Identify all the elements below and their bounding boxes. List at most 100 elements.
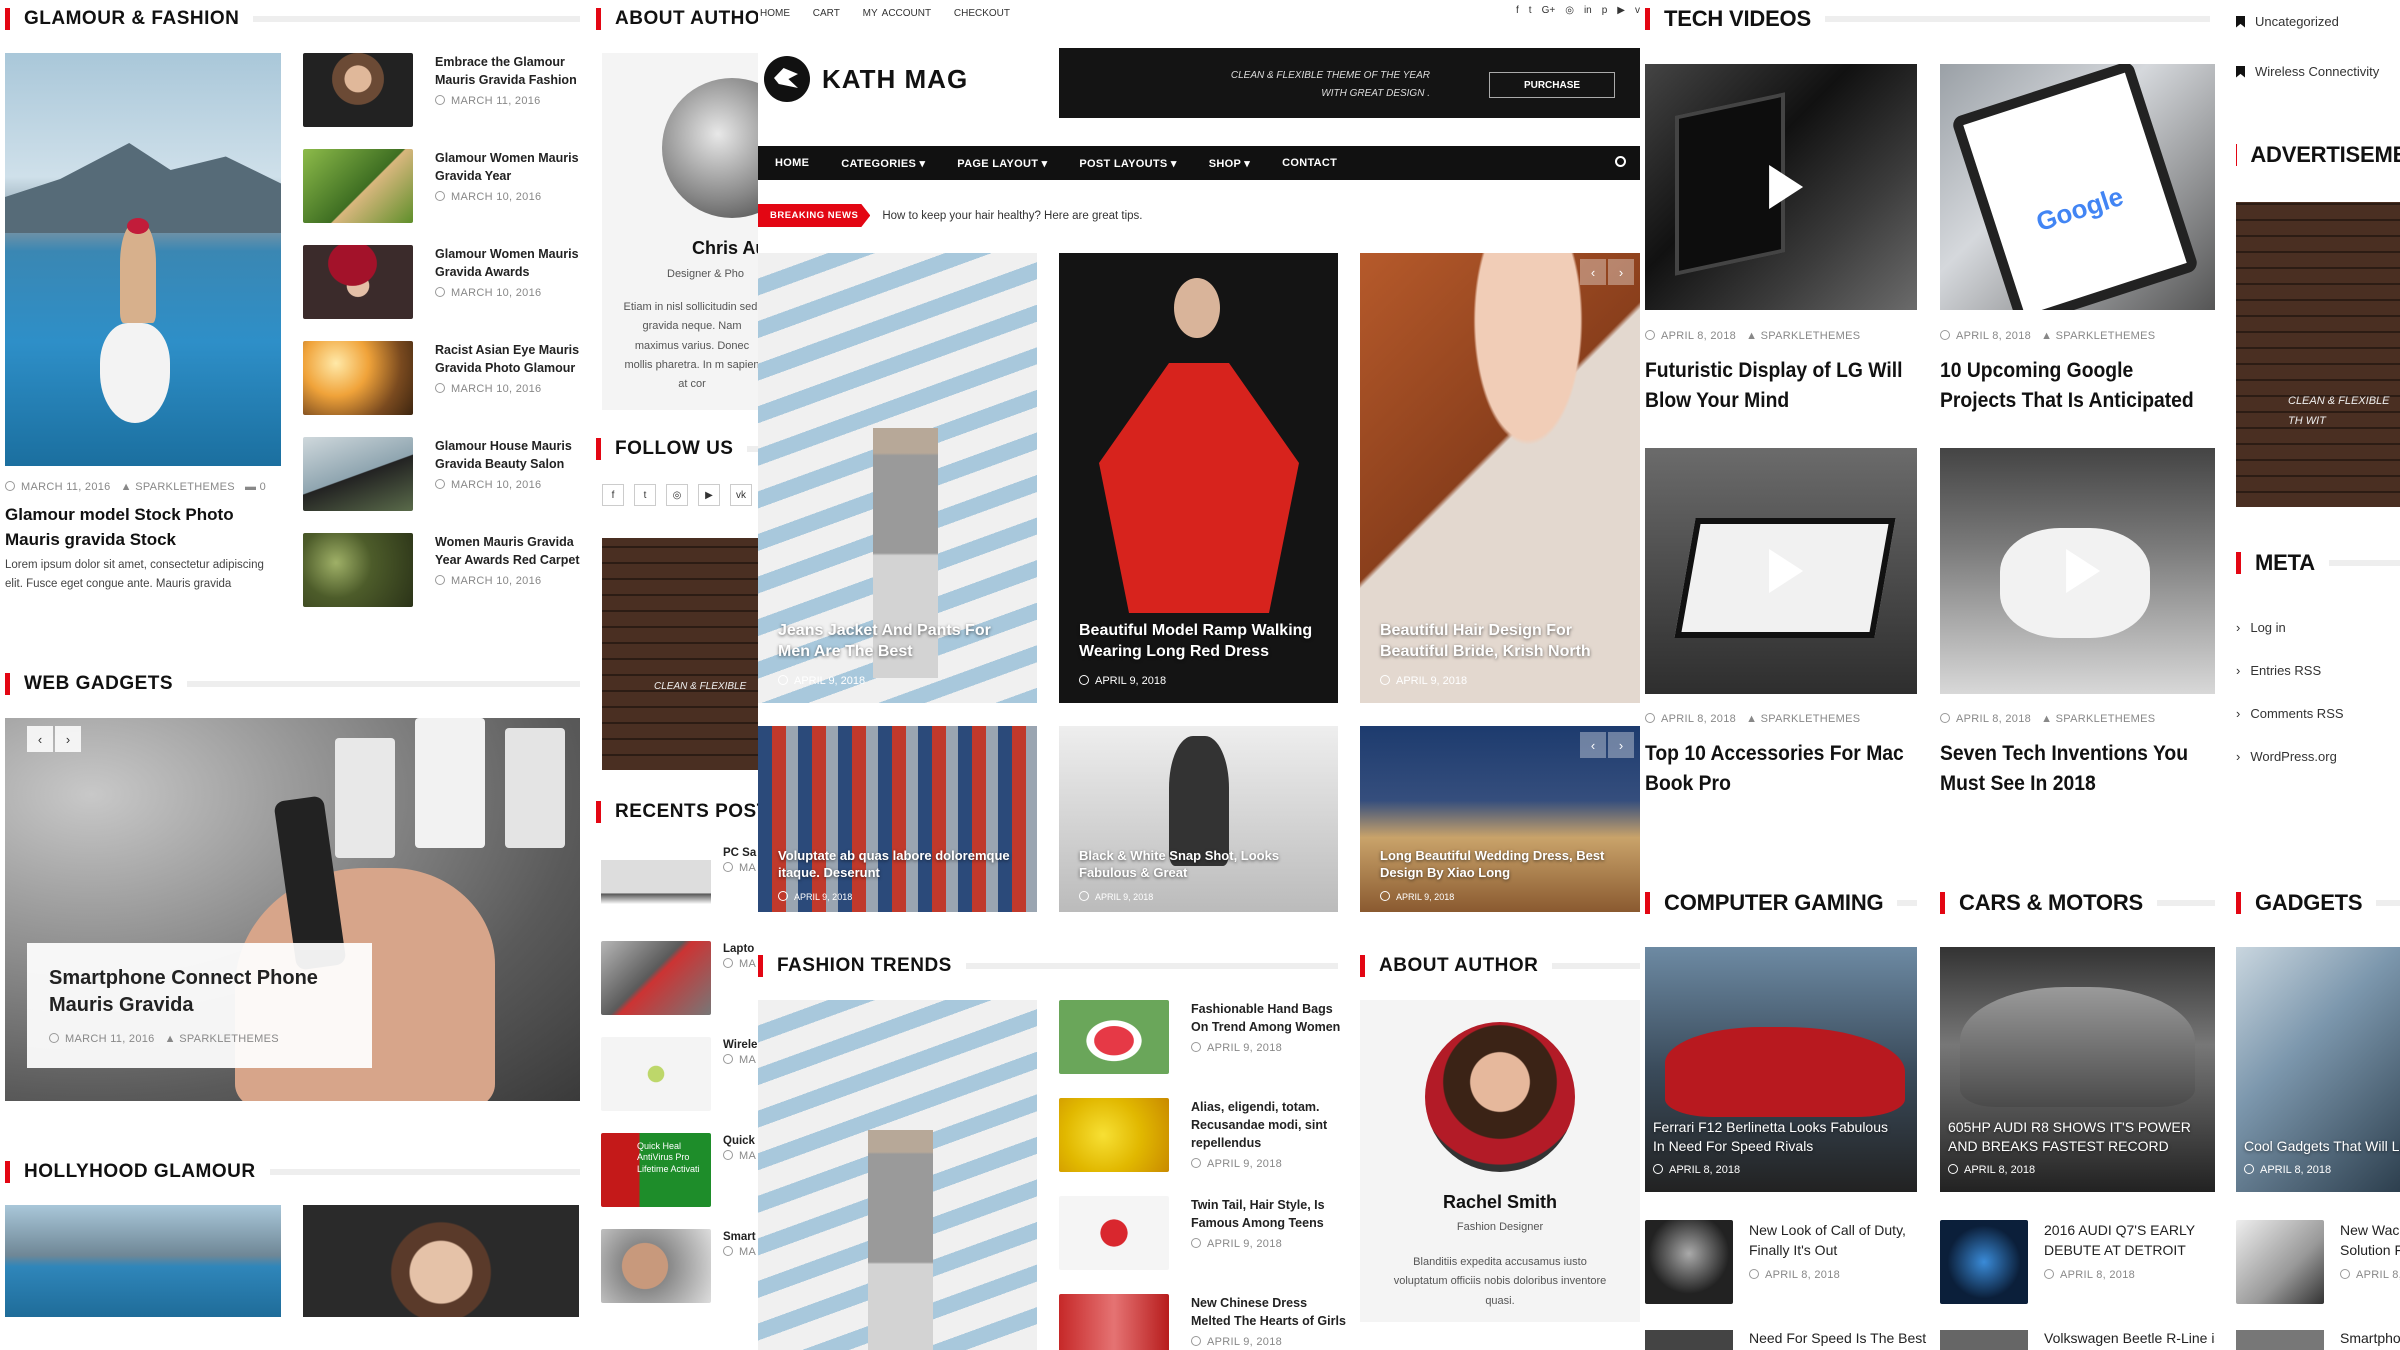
play-icon[interactable] [2065,165,2100,209]
item-title[interactable]: Wirele Mauri [723,1037,758,1054]
nav-page-layout[interactable]: PAGE LAYOUT ▾ [957,157,1047,170]
item-title[interactable]: Fashionable Hand Bags On Trend Among Wom… [1191,1000,1349,1036]
web-gadgets-slider[interactable]: ‹ › Smartphone Connect Phone Mauris Grav… [5,718,580,1101]
nav-home[interactable]: HOME [775,157,809,169]
breaking-news-text[interactable]: How to keep your hair healthy? Here are … [882,210,1142,222]
featured-small-1[interactable]: Voluptate ab quas labore doloremque itaq… [758,726,1037,912]
list-item[interactable]: Glamour House Mauris Gravida Beauty Salo… [303,437,583,511]
meta-label[interactable]: Comments RSS [2250,706,2343,721]
glamour-main-title[interactable]: Glamour model Stock Photo Mauris gravida… [5,503,281,552]
item-title[interactable]: Twin Tail, Hair Style, Is Famous Among T… [1191,1196,1349,1232]
cars-main-image[interactable]: 605HP AUDI R8 SHOWS IT'S POWER AND BREAK… [1940,947,2215,1192]
nav-categories[interactable]: CATEGORIES ▾ [841,157,925,170]
list-item[interactable]: PC Sa DownMA [601,845,758,919]
tech-video-1[interactable] [1645,64,1917,310]
item-title[interactable]: New Look of Call of Duty, Finally It's O… [1749,1220,1917,1261]
gaming-main-image[interactable]: Ferrari F12 Berlinetta Looks Fabulous In… [1645,947,1917,1192]
list-item[interactable]: Twin Tail, Hair Style, Is Famous Among T… [1059,1196,1349,1270]
tech-post-title-3[interactable]: Top 10 Accessories For Mac Book Pro [1645,739,1912,800]
list-item[interactable]: Quick Heal AntiVirus Pro Lifetime Activa… [601,1133,758,1207]
category-wireless[interactable]: Wireless Connectivity [2236,64,2379,79]
nav-contact[interactable]: CONTACT [1282,157,1337,169]
hollyhood-image-1[interactable] [5,1205,281,1317]
linkedin-icon[interactable]: in [1584,5,1592,16]
meta-label[interactable]: WordPress.org [2250,749,2336,764]
next-arrow-icon[interactable]: › [1608,259,1634,285]
item-title[interactable]: Alias, eligendi, totam. Recusandae modi,… [1191,1098,1349,1152]
list-item[interactable]: Glamour Women Mauris Gravida Awards MARCH… [303,245,583,319]
tech-video-2[interactable]: Google [1940,64,2215,310]
audi-thumbnail[interactable] [1940,1220,2028,1304]
author-name[interactable]: Rachel Smith [1360,1192,1640,1213]
topnav-cart[interactable]: CART [813,8,840,19]
item-title[interactable]: 2016 AUDI Q7'S EARLY DEBUTE AT DETROIT [2044,1220,2215,1261]
post-title[interactable]: Voluptate ab quas labore doloremque itaq… [778,847,1017,882]
tech-post-title-4[interactable]: Seven Tech Inventions You Must See In 20… [1940,739,2207,800]
item-title[interactable]: Smart Mauri [723,1229,758,1246]
cars-item-2-thumb[interactable] [1940,1330,2028,1350]
meta-comments-rss[interactable]: › Comments RSS [2236,706,2344,721]
gaming-item-2-title[interactable]: Need For Speed Is The Best [1749,1330,1926,1346]
item-title[interactable]: PC Sa Down [723,845,758,862]
desk-thumbnail[interactable] [601,941,711,1015]
thumbnail-image[interactable] [303,149,413,223]
featured-small-2[interactable]: Black & White Snap Shot, Looks Fabulous … [1059,726,1338,912]
tech-post-title-1[interactable]: Futuristic Display of LG Will Blow Your … [1645,356,1912,417]
prev-arrow-icon[interactable]: ‹ [1580,732,1606,758]
wacom-thumbnail[interactable] [2236,1220,2324,1304]
featured-post-2[interactable]: Beautiful Model Ramp Walking Wearing Lon… [1059,253,1338,703]
item-title[interactable]: Women Mauris Gravida Year Awards Red Car… [435,533,583,569]
meta-label[interactable]: Log in [2250,620,2285,635]
thumbnail-image[interactable] [303,245,413,319]
gadgets-item-2-title[interactable]: Smartphor [2340,1330,2400,1346]
thumbnail-image[interactable] [303,437,413,511]
yellow-thumbnail[interactable] [1059,1098,1169,1172]
cars-item-2-title[interactable]: Volkswagen Beetle R-Line is a [2044,1330,2215,1346]
nav-post-layouts[interactable]: POST LAYOUTS ▾ [1079,157,1176,170]
handbag-thumbnail[interactable] [1059,1000,1169,1074]
thumbnail-image[interactable] [303,341,413,415]
item-title[interactable]: Lapto Gravic [723,941,758,958]
nav-shop[interactable]: SHOP ▾ [1209,157,1250,170]
post-title[interactable]: Long Beautiful Wedding Dress, Best Desig… [1380,847,1620,882]
item-title[interactable]: Glamour Women Mauris Gravida Year [435,149,583,185]
featured-post-1[interactable]: Jeans Jacket And Pants For Men Are The B… [758,253,1037,703]
gadgets-big-title[interactable]: Cool Gadgets That Will Li Mind [2244,1137,2400,1156]
list-item[interactable]: Fashionable Hand Bags On Trend Among Wom… [1059,1000,1349,1074]
pinterest-icon[interactable]: p [1602,5,1608,16]
cars-big-title[interactable]: 605HP AUDI R8 SHOWS IT'S POWER AND BREAK… [1948,1118,2195,1156]
prev-arrow-icon[interactable]: ‹ [27,726,53,752]
meta-wordpress[interactable]: › WordPress.org [2236,749,2344,764]
list-item[interactable]: Lapto GravicMA [601,941,758,1015]
post-title[interactable]: Beautiful Hair Design For Beautiful Brid… [1380,620,1620,663]
tech-author[interactable]: SPARKLETHEMES [2056,330,2156,342]
list-item[interactable]: Wirele MauriMA [601,1037,758,1111]
twin-tail-thumbnail[interactable] [1059,1196,1169,1270]
list-item[interactable]: Alias, eligendi, totam. Recusandae modi,… [1059,1098,1349,1172]
gaming-big-title[interactable]: Ferrari F12 Berlinetta Looks Fabulous In… [1653,1118,1897,1156]
item-title[interactable]: Glamour House Mauris Gravida Beauty Salo… [435,437,583,473]
gaming-list-item[interactable]: New Look of Call of Duty, Finally It's O… [1645,1220,1917,1304]
featured-post-3[interactable]: ‹ › Beautiful Hair Design For Beautiful B… [1360,253,1640,703]
item-title[interactable]: New Chinese Dress Melted The Hearts of G… [1191,1294,1349,1330]
topnav-home[interactable]: HOME [760,8,790,19]
category-label[interactable]: Wireless Connectivity [2255,64,2379,79]
instagram-icon[interactable]: ◎ [1565,5,1574,16]
tech-video-3[interactable] [1645,448,1917,694]
meta-label[interactable]: Entries RSS [2250,663,2321,678]
instagram-icon[interactable]: ◎ [666,484,688,506]
facebook-icon[interactable]: f [1516,5,1519,16]
sidebar-ad[interactable]: CLEAN & FLEXIBLE TH WIT [2236,202,2400,507]
thumbnail-image[interactable] [303,53,413,127]
list-item[interactable]: Smart MauriMA [601,1229,758,1303]
youtube-icon[interactable]: ▶ [698,484,720,506]
item-title[interactable]: Quick Antivi [723,1133,758,1150]
thumbnail-image[interactable] [303,533,413,607]
tech-post-title-2[interactable]: 10 Upcoming Google Projects That Is Anti… [1940,356,2207,417]
google-plus-icon[interactable]: G+ [1542,5,1556,16]
next-arrow-icon[interactable]: › [1608,732,1634,758]
slide-title[interactable]: Smartphone Connect Phone Mauris Gravida [49,965,350,1019]
gaming-item-2-thumb[interactable] [1645,1330,1733,1350]
phone-thumbnail[interactable] [601,1229,711,1303]
cable-thumbnail[interactable] [601,1037,711,1111]
